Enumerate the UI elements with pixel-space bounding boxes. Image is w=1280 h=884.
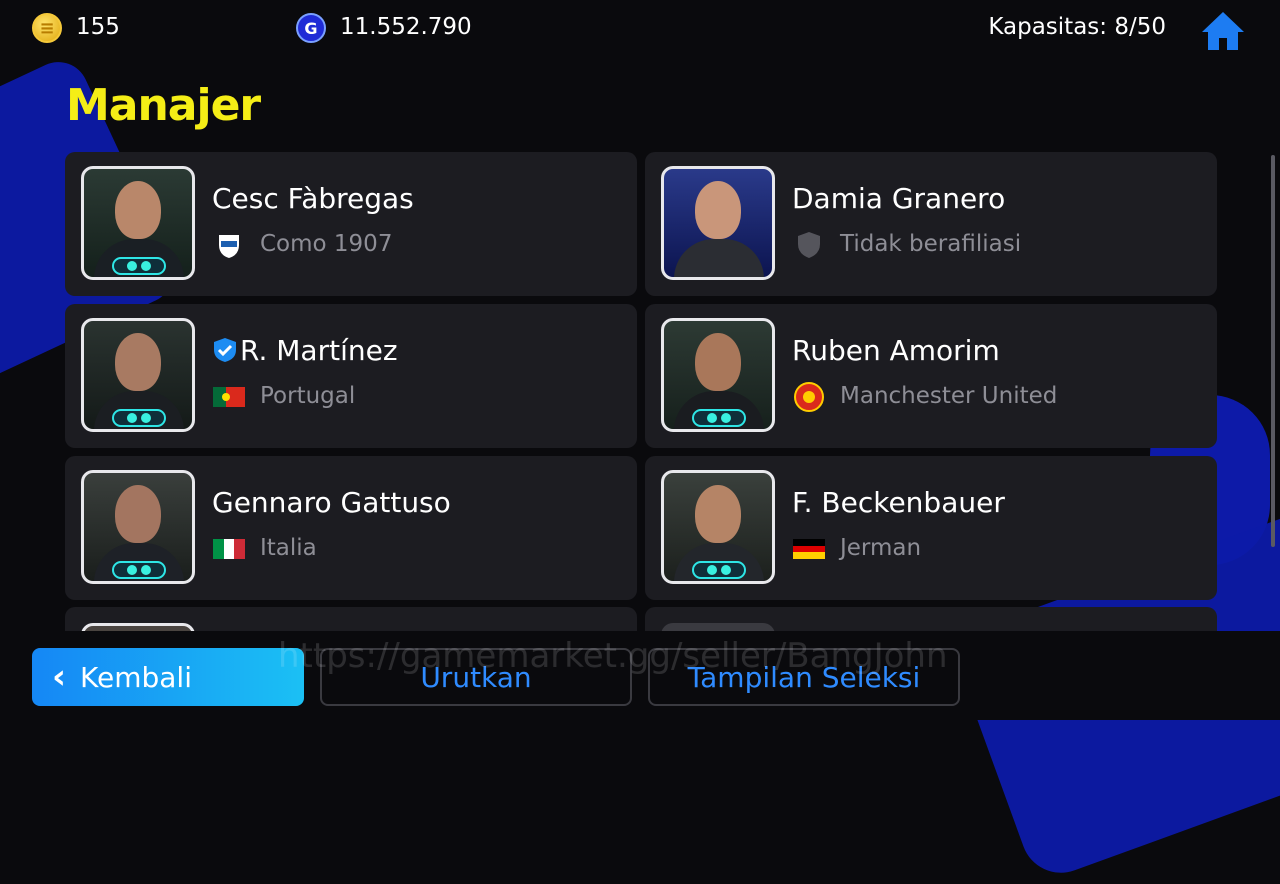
manager-portrait: [661, 318, 775, 432]
gold-coin-icon: [32, 13, 62, 43]
manager-name: Cesc Fàbregas: [212, 182, 414, 215]
manager-affiliation: Manchester United: [840, 383, 1058, 409]
manager-card[interactable]: Damia Granero Tidak berafiliasi: [645, 152, 1217, 296]
manager-name: Ruben Amorim: [792, 334, 1000, 367]
manager-portrait: [81, 318, 195, 432]
manager-portrait: [661, 166, 775, 280]
manager-card[interactable]: Gennaro Gattuso Italia: [65, 456, 637, 600]
selection-view-button[interactable]: Tampilan Seleksi: [648, 648, 960, 706]
portugal-flag-icon: [213, 384, 245, 410]
manager-card[interactable]: F. Beckenbauer Jerman: [645, 456, 1217, 600]
coins-count: 155: [76, 14, 120, 40]
chevron-left-icon: ‹: [52, 657, 67, 697]
manager-card[interactable]: R. Martínez Portugal: [65, 304, 637, 448]
manager-name: Gennaro Gattuso: [212, 486, 451, 519]
gp-coin-icon: G: [296, 13, 326, 43]
scrollbar[interactable]: [1271, 155, 1275, 547]
manager-card[interactable]: Ruben Amorim Manchester United: [645, 304, 1217, 448]
manager-name: Damia Granero: [792, 182, 1006, 215]
verified-badge-icon: [214, 338, 236, 362]
manager-affiliation: Tidak berafiliasi: [840, 231, 1022, 257]
germany-flag-icon: [793, 536, 825, 562]
back-button[interactable]: ‹ Kembali: [32, 648, 304, 706]
manager-portrait: [661, 470, 775, 584]
selection-view-button-label: Tampilan Seleksi: [687, 660, 921, 694]
manager-name: F. Beckenbauer: [792, 486, 1005, 519]
manager-card[interactable]: Cesc Fàbregas Como 1907: [65, 152, 637, 296]
manager-affiliation: Italia: [260, 535, 317, 561]
manager-affiliation: Jerman: [840, 535, 922, 561]
sort-button-label: Urutkan: [420, 660, 532, 694]
top-bar: 155 G 11.552.790 Kapasitas: 8/50: [0, 0, 1280, 56]
manager-portrait: [81, 470, 195, 584]
shield-icon: [793, 232, 825, 258]
home-icon[interactable]: [1200, 10, 1246, 52]
manager-portrait: [81, 166, 195, 280]
manager-affiliation: Como 1907: [260, 231, 393, 257]
manager-name: R. Martínez: [212, 334, 398, 367]
italy-flag-icon: [213, 536, 245, 562]
manager-affiliation: Portugal: [260, 383, 356, 409]
sort-button[interactable]: Urutkan: [320, 648, 632, 706]
gp-count: 11.552.790: [340, 14, 472, 40]
capacity-label: Kapasitas: 8/50: [988, 14, 1166, 40]
como-1907-crest-icon: [213, 232, 245, 258]
manchester-united-crest-icon: [793, 382, 825, 412]
back-button-label: Kembali: [80, 660, 192, 694]
page-title: Manajer: [66, 80, 261, 131]
